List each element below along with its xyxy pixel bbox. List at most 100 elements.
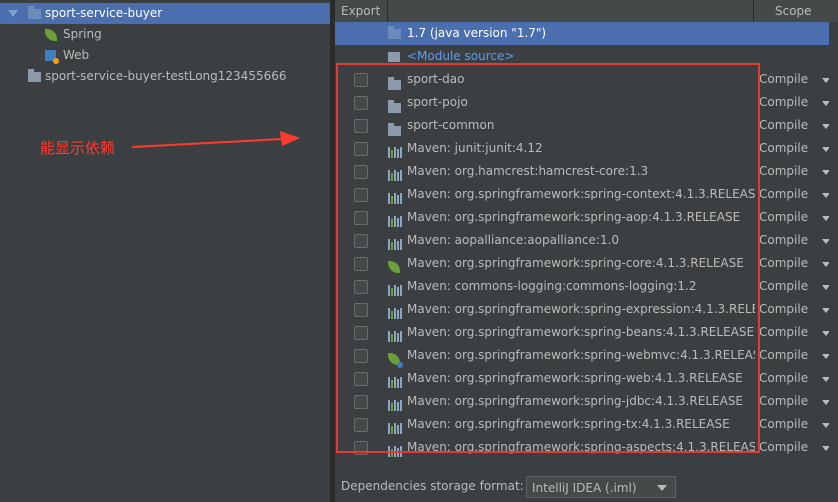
dependency-row[interactable]: Maven: org.springframework:spring-aop:4.… (335, 206, 838, 229)
export-checkbox[interactable] (354, 418, 368, 432)
dependency-label: Maven: org.springframework:spring-jdbc:4… (407, 394, 744, 408)
spring-icon (45, 29, 57, 41)
module-source-label: <Module source> (407, 49, 515, 63)
scope-select[interactable]: Compile (759, 413, 819, 436)
tree-item-label: sport-service-buyer (45, 6, 163, 20)
sdk-row[interactable]: 1.7 (java version "1.7") (335, 22, 838, 45)
tree-item-label: Spring (63, 27, 102, 41)
folder-icon (28, 6, 41, 19)
export-checkbox[interactable] (354, 372, 368, 386)
export-checkbox[interactable] (354, 188, 368, 202)
dependency-label: Maven: org.springframework:spring-expres… (407, 302, 755, 316)
dependency-row[interactable]: Maven: org.springframework:spring-tx:4.1… (335, 413, 838, 436)
sdk-folder-icon (388, 26, 401, 39)
dependency-row[interactable]: Maven: org.springframework:spring-aspect… (335, 436, 838, 459)
dependency-label: Maven: commons-logging:commons-logging:1… (407, 279, 697, 293)
scope-select[interactable]: Compile (759, 436, 819, 459)
dependency-row[interactable]: sport-dao Compile (335, 68, 838, 91)
export-checkbox[interactable] (354, 234, 368, 248)
tree-item-label: sport-service-buyer-testLong123455666 (45, 69, 287, 83)
export-checkbox[interactable] (354, 142, 368, 156)
dependencies-table: 1.7 (java version "1.7") <Module source>… (335, 22, 838, 470)
dependency-label: Maven: org.springframework:spring-webmvc… (407, 348, 755, 362)
scope-select[interactable]: Compile (759, 298, 819, 321)
dependency-row[interactable]: Maven: org.springframework:spring-contex… (335, 183, 838, 206)
dependency-row[interactable]: Maven: org.hamcrest:hamcrest-core:1.3 Com… (335, 160, 838, 183)
scope-select[interactable]: Compile (759, 91, 819, 114)
scope-select[interactable]: Compile (759, 68, 819, 91)
dependency-label: Maven: junit:junit:4.12 (407, 141, 543, 155)
dependency-label: sport-common (407, 118, 495, 132)
scope-select[interactable]: Compile (759, 137, 819, 160)
export-checkbox[interactable] (354, 441, 368, 455)
dependency-row[interactable]: Maven: org.springframework:spring-expres… (335, 298, 838, 321)
chevron-down-icon (657, 485, 667, 491)
export-checkbox[interactable] (354, 165, 368, 179)
module-source-row[interactable]: <Module source> (335, 45, 838, 68)
storage-format-select[interactable]: IntelliJ IDEA (.iml) (526, 476, 676, 498)
scope-select[interactable]: Compile (759, 275, 819, 298)
export-column-header[interactable]: Export (341, 0, 380, 22)
module-tree-panel: sport-service-buyer Spring Web sport-ser… (0, 0, 330, 502)
scope-column-header[interactable]: Scope (775, 0, 812, 22)
scope-select[interactable]: Compile (759, 160, 819, 183)
library-icon (388, 442, 402, 465)
scope-select[interactable]: Compile (759, 206, 819, 229)
dependency-row[interactable]: Maven: org.springframework:spring-web:4.… (335, 367, 838, 390)
dependencies-panel: Export Scope 1.7 (java version "1.7") <M… (335, 0, 838, 502)
dependency-label: sport-pojo (407, 95, 468, 109)
storage-format-label: Dependencies storage format: (341, 479, 524, 493)
dependency-row[interactable]: sport-pojo Compile (335, 91, 838, 114)
export-checkbox[interactable] (354, 211, 368, 225)
export-checkbox[interactable] (354, 349, 368, 363)
scope-select[interactable]: Compile (759, 252, 819, 275)
sdk-label: 1.7 (java version "1.7") (407, 26, 547, 40)
export-checkbox[interactable] (354, 303, 368, 317)
scope-select[interactable]: Compile (759, 114, 819, 137)
export-checkbox[interactable] (354, 73, 368, 87)
dependency-row[interactable]: Maven: aopalliance:aopalliance:1.0 Compil… (335, 229, 838, 252)
expand-arrow-icon[interactable] (8, 10, 18, 17)
export-checkbox[interactable] (354, 96, 368, 110)
tree-item-sport-service-buyer[interactable]: sport-service-buyer (0, 3, 330, 24)
dependency-label: Maven: org.hamcrest:hamcrest-core:1.3 (407, 164, 649, 178)
annotation-text: 能显示依赖 (40, 139, 116, 157)
dependency-row[interactable]: Maven: org.springframework:spring-core:4… (335, 252, 838, 275)
column-separator (387, 0, 388, 22)
module-source-icon (388, 52, 400, 62)
dependency-row[interactable]: Maven: org.springframework:spring-jdbc:4… (335, 390, 838, 413)
dependency-label: Maven: org.springframework:spring-contex… (407, 187, 755, 201)
export-checkbox[interactable] (354, 119, 368, 133)
vertical-scrollbar[interactable] (829, 22, 838, 470)
tree-item-label: Web (63, 48, 90, 62)
scope-select[interactable]: Compile (759, 229, 819, 252)
scope-select[interactable]: Compile (759, 367, 819, 390)
dependency-label: Maven: org.springframework:spring-core:4… (407, 256, 744, 270)
dependency-label: Maven: org.springframework:spring-web:4.… (407, 371, 743, 385)
folder-icon (28, 69, 41, 82)
dependency-label: Maven: org.springframework:spring-aspect… (407, 440, 755, 454)
dependencies-table-header: Export Scope (335, 0, 838, 23)
export-checkbox[interactable] (354, 395, 368, 409)
dependency-label: Maven: org.springframework:spring-aop:4.… (407, 210, 741, 224)
storage-format-bar: Dependencies storage format: IntelliJ ID… (335, 470, 838, 502)
scope-select[interactable]: Compile (759, 390, 819, 413)
annotation-arrow-icon (132, 131, 300, 148)
export-checkbox[interactable] (354, 257, 368, 271)
dependency-label: Maven: aopalliance:aopalliance:1.0 (407, 233, 620, 247)
dependency-row[interactable]: Maven: org.springframework:spring-beans:… (335, 321, 838, 344)
scope-select[interactable]: Compile (759, 344, 819, 367)
export-checkbox[interactable] (354, 280, 368, 294)
dependency-row[interactable]: sport-common Compile (335, 114, 838, 137)
column-separator (753, 0, 754, 22)
scope-select[interactable]: Compile (759, 183, 819, 206)
web-icon (45, 50, 59, 64)
dependency-label: sport-dao (407, 72, 465, 86)
dependency-row[interactable]: Maven: junit:junit:4.12 Compile (335, 137, 838, 160)
export-checkbox[interactable] (354, 326, 368, 340)
dependency-row[interactable]: Maven: org.springframework:spring-webmvc… (335, 344, 838, 368)
storage-format-value: IntelliJ IDEA (.iml) (532, 481, 637, 495)
scope-select[interactable]: Compile (759, 321, 819, 344)
dependency-label: Maven: org.springframework:spring-beans:… (407, 325, 755, 339)
dependency-row[interactable]: Maven: commons-logging:commons-logging:1… (335, 275, 838, 298)
